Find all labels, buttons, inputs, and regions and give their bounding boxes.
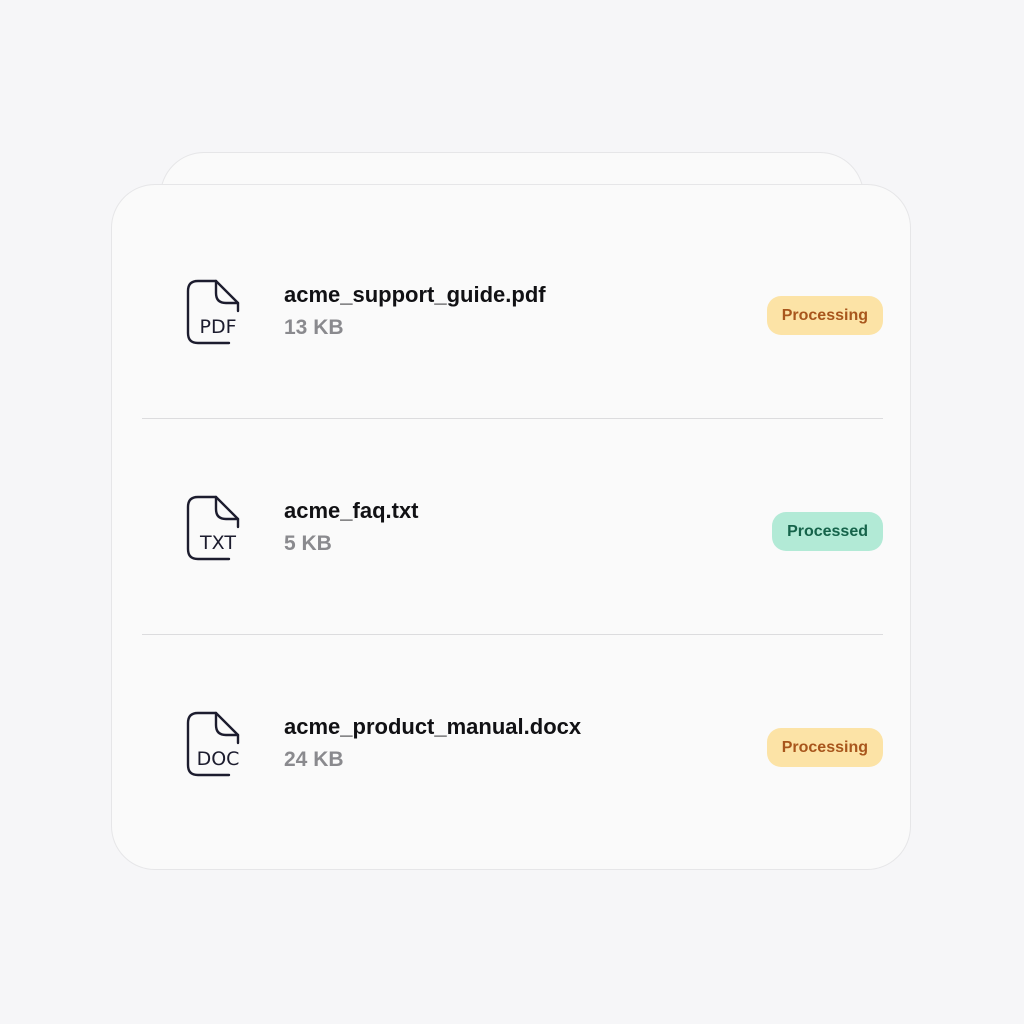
status-badge: Processing [766, 728, 883, 767]
file-name[interactable]: acme_product_manual.docx [284, 712, 581, 742]
status-badge: Processed [772, 512, 883, 551]
file-size: 5 KB [284, 532, 332, 555]
file-type-label: PDF [199, 316, 236, 338]
file-list-card: PDF acme_support_guide.pdf 13 KB Process… [111, 184, 911, 870]
file-row[interactable]: PDF acme_support_guide.pdf 13 KB Process… [142, 203, 883, 419]
pdf-file-icon: PDF [186, 279, 240, 345]
status-badge: Processing [766, 296, 883, 335]
file-row[interactable]: TXT acme_faq.txt 5 KB Processed [142, 419, 883, 635]
file-list: PDF acme_support_guide.pdf 13 KB Process… [142, 203, 883, 851]
file-size: 24 KB [284, 748, 344, 771]
file-row[interactable]: DOC acme_product_manual.docx 24 KB Proce… [142, 635, 883, 851]
file-type-label: TXT [199, 532, 236, 554]
file-name[interactable]: acme_support_guide.pdf [284, 280, 546, 310]
file-type-label: DOC [197, 748, 240, 770]
upload-stage: PDF acme_support_guide.pdf 13 KB Process… [0, 0, 1024, 1024]
file-size: 13 KB [284, 316, 344, 339]
txt-file-icon: TXT [186, 495, 240, 561]
file-name[interactable]: acme_faq.txt [284, 496, 419, 526]
doc-file-icon: DOC [186, 711, 240, 777]
